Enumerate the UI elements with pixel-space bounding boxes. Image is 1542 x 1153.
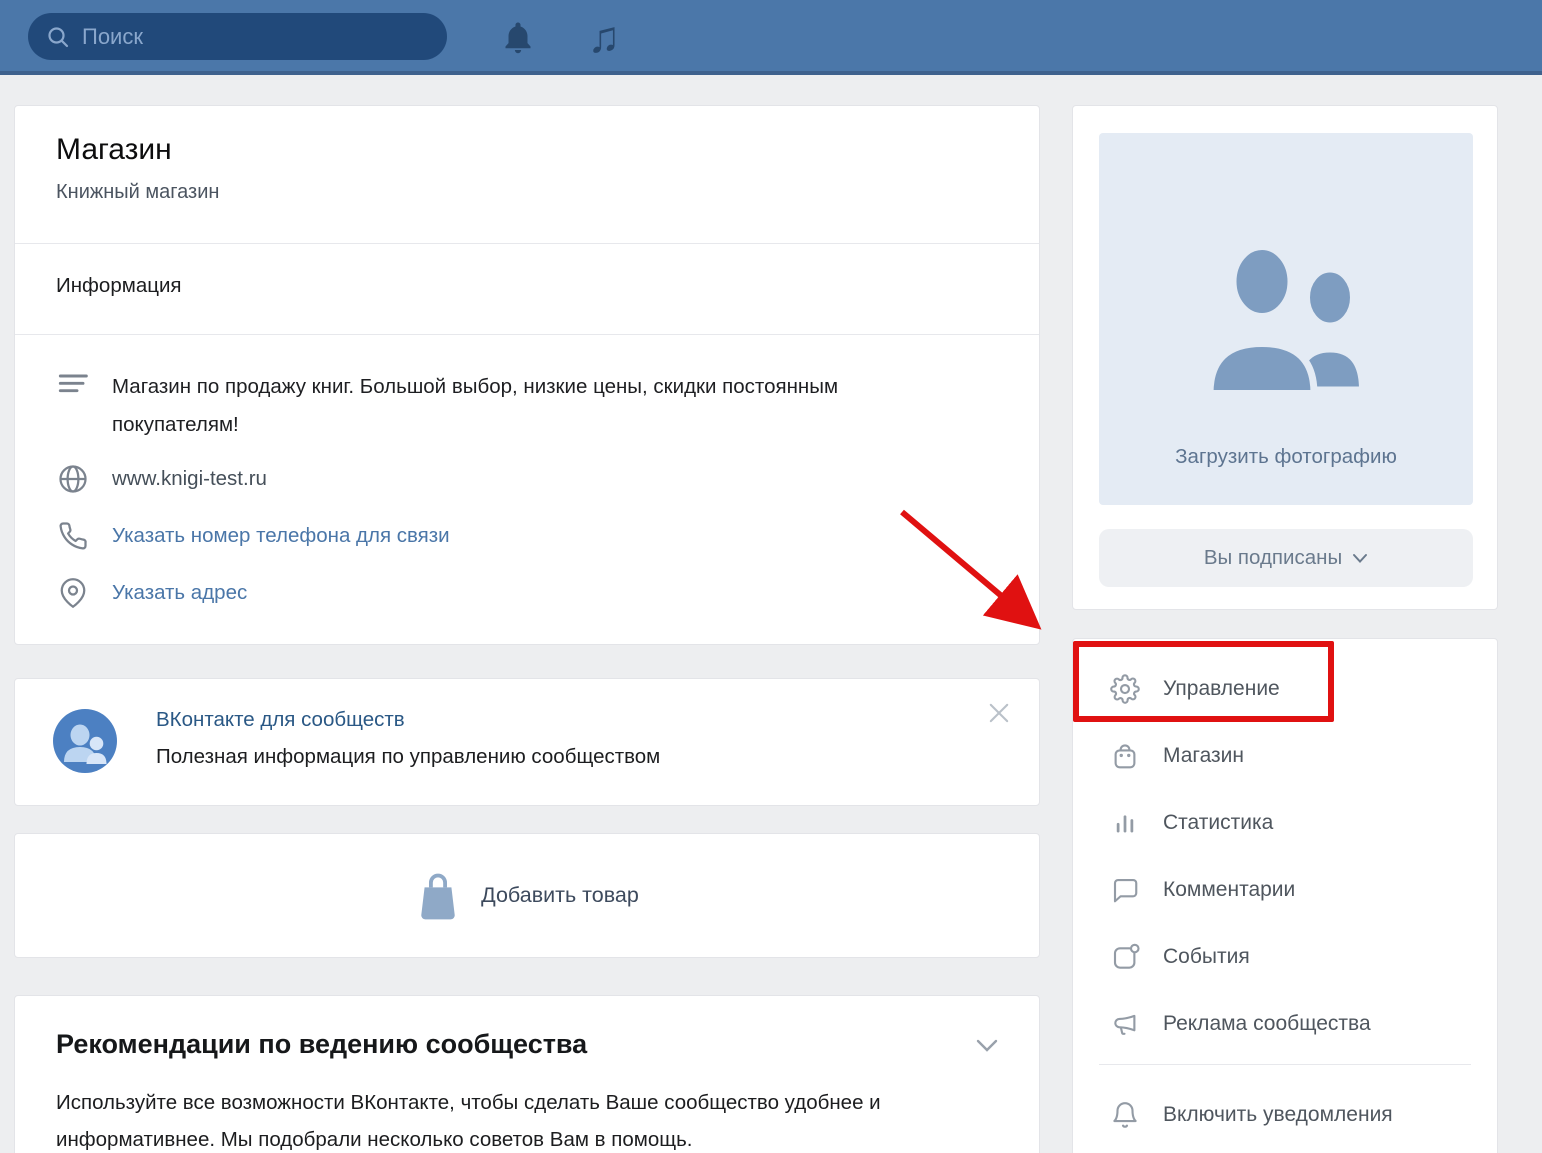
community-info-card: Магазин Книжный магазин Информация Магаз… — [14, 105, 1040, 645]
menu-item-label: Комментарии — [1163, 878, 1295, 902]
divider — [15, 243, 1039, 244]
subscribed-label: Вы подписаны — [1204, 546, 1342, 570]
divider — [1099, 1064, 1471, 1065]
recommendations-title: Рекомендации по ведению сообщества — [56, 1029, 587, 1060]
community-photo-card: Загрузить фотографию Вы подписаны — [1072, 105, 1498, 610]
bell-icon — [1109, 1100, 1141, 1130]
search-box[interactable] — [28, 13, 447, 60]
menu-item-label: Статистика — [1163, 811, 1273, 835]
search-input[interactable] — [82, 24, 429, 50]
menu-item-label: Управление — [1163, 677, 1280, 701]
menu-item-enable-notifications[interactable]: Включить уведомления — [1073, 1087, 1497, 1143]
upload-photo-link[interactable]: Загрузить фотографию — [1099, 445, 1473, 469]
menu-item-label: Магазин — [1163, 744, 1244, 768]
location-pin-icon — [56, 578, 90, 608]
communities-avatar — [53, 709, 117, 773]
community-description: Магазин по продажу книг. Большой выбор, … — [112, 368, 877, 444]
phone-row: Указать номер телефона для связи — [56, 521, 450, 551]
music-icon[interactable]: ♫ — [580, 0, 628, 75]
events-icon — [1109, 942, 1141, 972]
shopping-bag-solid-icon — [415, 869, 461, 923]
menu-item-statistics[interactable]: Статистика — [1073, 795, 1497, 851]
menu-item-events[interactable]: События — [1073, 929, 1497, 985]
website-row: www.knigi-test.ru — [56, 464, 267, 494]
page-subtitle: Книжный магазин — [56, 181, 219, 204]
menu-item-ads[interactable]: Реклама сообщества — [1073, 996, 1497, 1052]
description-lines-icon — [56, 368, 90, 400]
megaphone-icon — [1109, 1009, 1141, 1039]
menu-item-comments[interactable]: Комментарии — [1073, 862, 1497, 918]
community-admin-menu: Управление Магазин Статистика Комментари… — [1072, 638, 1498, 1153]
community-people-icon — [1186, 237, 1386, 407]
phone-icon — [56, 521, 90, 551]
banner-subtitle: Полезная информация по управлению сообще… — [156, 745, 660, 769]
photo-placeholder[interactable]: Загрузить фотографию — [1099, 133, 1473, 505]
top-navbar: ♫ — [0, 0, 1542, 75]
address-row: Указать адрес — [56, 578, 247, 608]
shopping-bag-icon — [1109, 741, 1141, 771]
chevron-down-icon[interactable] — [975, 1038, 999, 1059]
search-icon — [46, 25, 70, 49]
add-phone-link[interactable]: Указать номер телефона для связи — [112, 524, 450, 548]
info-section-title: Информация — [56, 274, 182, 298]
description-row: Магазин по продажу книг. Большой выбор, … — [56, 368, 877, 444]
add-product-label: Добавить товар — [481, 883, 639, 908]
globe-icon — [56, 464, 90, 494]
recommendations-card: Рекомендации по ведению сообщества Испол… — [14, 995, 1040, 1153]
stats-icon — [1109, 808, 1141, 838]
add-product-button[interactable]: Добавить товар — [14, 833, 1040, 958]
menu-item-shop[interactable]: Магазин — [1073, 728, 1497, 784]
notifications-bell-icon[interactable] — [496, 0, 540, 75]
chevron-down-icon — [1352, 553, 1368, 564]
banner-title-link[interactable]: ВКонтакте для сообществ — [156, 708, 405, 732]
menu-item-label: События — [1163, 945, 1250, 969]
subscribed-button[interactable]: Вы подписаны — [1099, 529, 1473, 587]
divider — [15, 334, 1039, 335]
menu-item-label: Включить уведомления — [1163, 1103, 1393, 1127]
menu-item-manage[interactable]: Управление — [1073, 661, 1497, 717]
recommendations-body: Используйте все возможности ВКонтакте, ч… — [56, 1084, 1006, 1153]
page-title: Магазин — [56, 133, 172, 167]
close-icon[interactable] — [985, 699, 1013, 727]
comment-icon — [1109, 875, 1141, 905]
vk-communities-banner: ВКонтакте для сообществ Полезная информа… — [14, 678, 1040, 806]
gear-icon — [1109, 674, 1141, 704]
add-address-link[interactable]: Указать адрес — [112, 581, 247, 605]
website-link[interactable]: www.knigi-test.ru — [112, 467, 267, 491]
menu-item-label: Реклама сообщества — [1163, 1012, 1371, 1036]
